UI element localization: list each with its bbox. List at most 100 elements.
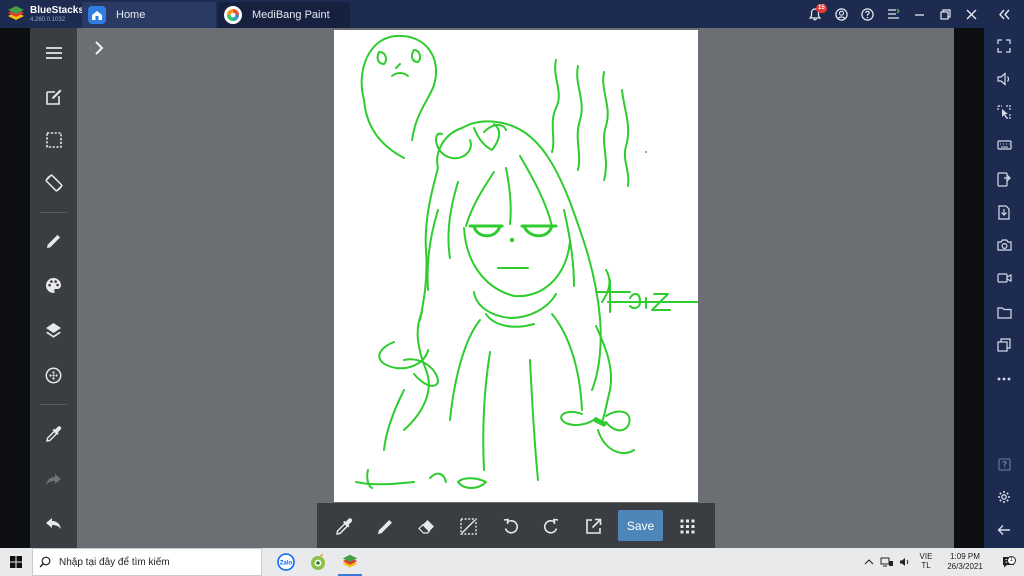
rotate-left-icon — [503, 518, 518, 534]
right-margin — [954, 28, 984, 548]
clock[interactable]: 1:09 PM 26/3/2021 — [938, 552, 992, 572]
eyedropper-button[interactable] — [30, 419, 77, 449]
restore-button[interactable] — [932, 0, 958, 28]
screenshot-button[interactable] — [984, 233, 1024, 257]
clock-date: 26/3/2021 — [947, 562, 983, 571]
rotate-canvas-button[interactable] — [30, 168, 77, 198]
taskbar-search[interactable]: Nhập tại đây để tìm kiếm — [32, 548, 262, 576]
volume-icon — [996, 72, 1009, 86]
pencil-icon — [377, 519, 392, 534]
taskbar-bluestacks[interactable] — [334, 548, 366, 576]
new-canvas-button[interactable] — [30, 82, 77, 112]
materials-button[interactable] — [30, 360, 77, 390]
video-record-icon — [996, 273, 1012, 283]
install-apk-button[interactable] — [984, 167, 1024, 191]
pen-tool-button[interactable] — [370, 511, 400, 541]
tab-home-label: Home — [116, 9, 146, 21]
arrow-left-icon — [997, 525, 1010, 535]
help-button[interactable] — [854, 0, 880, 28]
drawing-artwork — [355, 34, 699, 489]
help-icon — [860, 7, 874, 21]
volume-button[interactable] — [984, 67, 1024, 91]
network-icon — [880, 557, 893, 567]
color-button[interactable] — [30, 270, 77, 300]
more-options-button[interactable] — [984, 367, 1024, 391]
more-horizontal-icon — [997, 377, 1011, 381]
show-hidden-icons-button[interactable] — [860, 559, 878, 565]
open-external-icon — [585, 518, 601, 534]
fullscreen-icon — [997, 39, 1011, 53]
double-chevron-left-icon — [999, 9, 1010, 19]
windows-logo-icon — [10, 556, 22, 568]
undo-button[interactable] — [30, 508, 77, 538]
share-button[interactable] — [578, 511, 608, 541]
search-icon — [39, 556, 51, 568]
eraser-icon — [418, 520, 434, 534]
minimize-icon — [914, 13, 924, 16]
deselect-button[interactable] — [453, 511, 483, 541]
keyboard-controls-button[interactable] — [984, 133, 1024, 157]
speaker-icon — [900, 558, 909, 566]
left-margin — [0, 28, 30, 548]
close-button[interactable] — [958, 0, 984, 28]
fullscreen-button[interactable] — [984, 34, 1024, 58]
selection-button[interactable] — [30, 125, 77, 155]
expand-panel-button[interactable] — [92, 40, 106, 56]
screen-rotation-icon — [45, 174, 62, 192]
sidebar-help-button[interactable] — [984, 452, 1024, 476]
title-bar: BlueStacks 4.260.0.1032 Home MediBang Pa… — [0, 0, 1024, 28]
more-tools-button[interactable] — [672, 511, 702, 541]
options-menu-button[interactable] — [880, 0, 906, 28]
pencil-icon — [46, 234, 60, 248]
redo-button[interactable] — [30, 464, 77, 494]
brush-tool-button[interactable] — [30, 226, 77, 256]
apk-download-button[interactable] — [984, 200, 1024, 224]
pointer-mode-button[interactable] — [984, 100, 1024, 124]
save-button[interactable]: Save — [618, 510, 663, 541]
account-button[interactable] — [828, 0, 854, 28]
tab-medibang-paint[interactable]: MediBang Paint — [218, 2, 350, 28]
restore-icon — [939, 8, 951, 20]
tab-home[interactable]: Home — [82, 2, 216, 28]
taskbar-coccoc[interactable] — [302, 548, 334, 576]
bluestacks-sidebar — [984, 28, 1024, 548]
left-toolbar — [30, 28, 77, 548]
start-button[interactable] — [0, 548, 32, 576]
search-placeholder: Nhập tại đây để tìm kiếm — [59, 556, 170, 568]
drawing-canvas[interactable] — [334, 30, 699, 502]
action-center-button[interactable]: 1 — [992, 556, 1024, 568]
settings-button[interactable] — [984, 485, 1024, 509]
network-button[interactable] — [878, 557, 896, 567]
download-apk-icon — [998, 204, 1010, 220]
gear-icon — [998, 491, 1010, 503]
apk-icon — [997, 171, 1011, 187]
rotate-right-button[interactable] — [536, 511, 566, 541]
chevron-right-icon — [95, 41, 104, 55]
tab-medibang-label: MediBang Paint — [252, 9, 330, 21]
rotate-left-button[interactable] — [495, 511, 525, 541]
input-language[interactable]: VIE TL — [914, 552, 938, 571]
menu-lines-icon — [887, 8, 900, 19]
undo-icon — [46, 517, 61, 529]
eyedropper-icon — [335, 517, 352, 535]
keyboard-layout: TL — [921, 561, 931, 570]
back-button[interactable] — [984, 518, 1024, 542]
eyedropper-tool-button[interactable] — [329, 511, 359, 541]
account-icon — [834, 7, 848, 21]
minimize-button[interactable] — [906, 0, 932, 28]
hamburger-icon — [45, 47, 62, 59]
collapse-sidebar-button[interactable] — [984, 0, 1024, 28]
bluestacks-taskbar-icon — [342, 554, 358, 568]
record-screen-button[interactable] — [984, 266, 1024, 290]
chevron-up-icon — [864, 559, 874, 565]
rotate-right-icon — [543, 518, 558, 534]
eraser-tool-button[interactable] — [412, 511, 442, 541]
bluestacks-logo-icon — [6, 6, 26, 22]
volume-tray-button[interactable] — [896, 557, 914, 567]
multi-instance-button[interactable] — [984, 333, 1024, 357]
media-folder-button[interactable] — [984, 300, 1024, 324]
notification-bell[interactable]: 15 — [802, 0, 828, 28]
menu-button[interactable] — [30, 38, 77, 68]
layers-button[interactable] — [30, 315, 77, 345]
taskbar-zalo[interactable]: Zalo — [270, 548, 302, 576]
